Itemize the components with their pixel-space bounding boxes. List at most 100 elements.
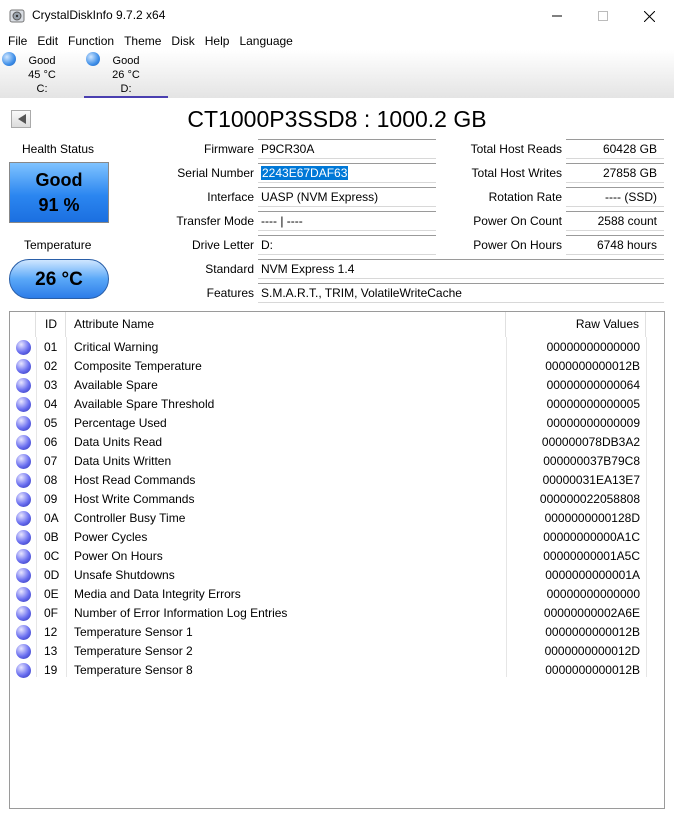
drive-tab-d[interactable]: Good 26 °C D: [84,50,168,98]
standard-field: NVM Express 1.4 [258,259,664,279]
table-row[interactable]: 02 Composite Temperature 0000000000012B [10,357,646,376]
attribute-id: 0A [44,511,59,525]
id-column-header[interactable]: ID [36,312,66,337]
table-row[interactable]: 0A Controller Busy Time 0000000000128D [10,509,646,528]
menu-language[interactable]: Language [234,32,297,50]
table-row[interactable]: 04 Available Spare Threshold 0000000000000… [10,395,646,414]
table-row[interactable]: 0C Power On Hours 00000000001A5C [10,547,646,566]
attribute-status-icon [16,530,31,545]
attribute-id: 05 [44,416,58,430]
drive-status: Good [112,55,140,67]
attribute-status-icon [16,435,31,450]
table-row[interactable]: 0F Number of Error Information Log Entrie… [10,604,646,623]
attribute-id: 19 [44,663,58,677]
total-host-reads-label: Total Host Reads [470,142,562,156]
attribute-raw-value: 000000037B79C8 [543,454,640,468]
attribute-id: 0D [44,568,60,582]
attribute-status-icon [16,606,31,621]
table-row[interactable]: 06 Data Units Read 000000078DB3A2 [10,433,646,452]
attribute-name: Available Spare [74,378,158,392]
attribute-raw-value: 00000000001A5C [543,549,640,563]
drive-letter: C: [36,83,48,95]
standard-label: Standard [205,262,254,276]
attribute-id: 0C [44,549,60,563]
attribute-raw-value: 0000000000012D [544,644,640,658]
table-row[interactable]: 05 Percentage Used 00000000000009 [10,414,646,433]
table-row[interactable]: 13 Temperature Sensor 2 0000000000012D [10,642,646,661]
attribute-status-icon [16,473,31,488]
attribute-name: Temperature Sensor 8 [74,663,193,677]
features-label: Features [206,286,254,300]
attribute-name: Unsafe Shutdowns [74,568,175,582]
attribute-raw-value: 00000000000005 [546,397,640,411]
health-status-label: Health Status [22,142,95,156]
menu-disk[interactable]: Disk [166,32,199,50]
firmware-field: P9CR30A [258,139,436,159]
attribute-raw-value: 0000000000012B [545,359,640,373]
total-host-writes-label: Total Host Writes [471,166,562,180]
table-row[interactable]: 0D Unsafe Shutdowns 0000000000001A [10,566,646,585]
minimize-icon [552,15,562,17]
attribute-name: Critical Warning [74,340,159,354]
menu-function[interactable]: Function [63,32,119,50]
status-column-header[interactable] [10,312,36,337]
table-row[interactable]: 08 Host Read Commands 00000031EA13E7 [10,471,646,490]
attribute-status-icon [16,416,31,431]
total-host-reads-field: 60428 GB [566,139,664,159]
attribute-status-icon [16,359,31,374]
transfer-mode-field: ---- | ---- [258,211,436,231]
table-row[interactable]: 0E Media and Data Integrity Errors 0000000… [10,585,646,604]
attribute-status-icon [16,397,31,412]
attribute-id: 03 [44,378,58,392]
interface-field: UASP (NVM Express) [258,187,436,207]
attribute-name: Media and Data Integrity Errors [74,587,241,601]
firmware-label: Firmware [204,142,254,156]
table-row[interactable]: 01 Critical Warning 00000000000000 [10,338,646,357]
table-row[interactable]: 19 Temperature Sensor 8 0000000000012B [10,661,646,680]
table-row[interactable]: 12 Temperature Sensor 1 0000000000012B [10,623,646,642]
power-on-hours-label: Power On Hours [473,238,562,252]
close-icon [643,10,655,22]
attribute-name: Number of Error Information Log Entries [74,606,288,620]
attribute-status-icon [16,340,31,355]
close-button[interactable] [626,0,672,32]
attribute-name-column-header[interactable]: Attribute Name [66,312,506,337]
app-disk-icon [9,9,25,23]
attribute-status-icon [16,511,31,526]
drive-tab-bar: Good 45 °C C: Good 26 °C D: [0,50,674,98]
attribute-status-icon [16,663,31,678]
drive-letter-field: D: [258,235,436,255]
attribute-raw-value: 00000000000000 [546,340,640,354]
table-row[interactable]: 09 Host Write Commands 000000022058808 [10,490,646,509]
attribute-raw-value: 000000022058808 [539,492,640,506]
attribute-status-icon [16,568,31,583]
attribute-id: 07 [44,454,58,468]
attribute-raw-value: 00000000000A1C [543,530,640,544]
drive-tab-c[interactable]: Good 45 °C C: [0,50,84,98]
menu-file[interactable]: File [3,32,32,50]
attribute-raw-value: 0000000000012B [545,663,640,677]
attribute-id: 06 [44,435,58,449]
health-status-button[interactable]: Good 91 % [9,162,109,223]
minimize-button[interactable] [534,0,580,32]
attribute-id: 12 [44,625,58,639]
table-row[interactable]: 07 Data Units Written 000000037B79C8 [10,452,646,471]
health-percent: 91 % [38,195,80,215]
temperature-button[interactable]: 26 °C [9,259,109,299]
attribute-name: Host Read Commands [74,473,196,487]
raw-values-column-header[interactable]: Raw Values [506,312,646,337]
serial-number-field[interactable]: 2243E67DAF63 [258,163,436,183]
window-title: CrystalDiskInfo 9.7.2 x64 [32,8,166,22]
smart-attributes-table[interactable]: ID Attribute Name Raw Values 01 Critical … [9,311,665,809]
maximize-button[interactable] [580,0,626,32]
table-row[interactable]: 0B Power Cycles 00000000000A1C [10,528,646,547]
maximize-icon [598,11,608,21]
menu-theme[interactable]: Theme [119,32,166,50]
menu-edit[interactable]: Edit [32,32,63,50]
attribute-status-icon [16,549,31,564]
attribute-id: 0E [44,587,59,601]
attribute-status-icon [16,644,31,659]
menu-help[interactable]: Help [200,32,235,50]
serial-number-label: Serial Number [177,166,254,180]
table-row[interactable]: 03 Available Spare 00000000000064 [10,376,646,395]
